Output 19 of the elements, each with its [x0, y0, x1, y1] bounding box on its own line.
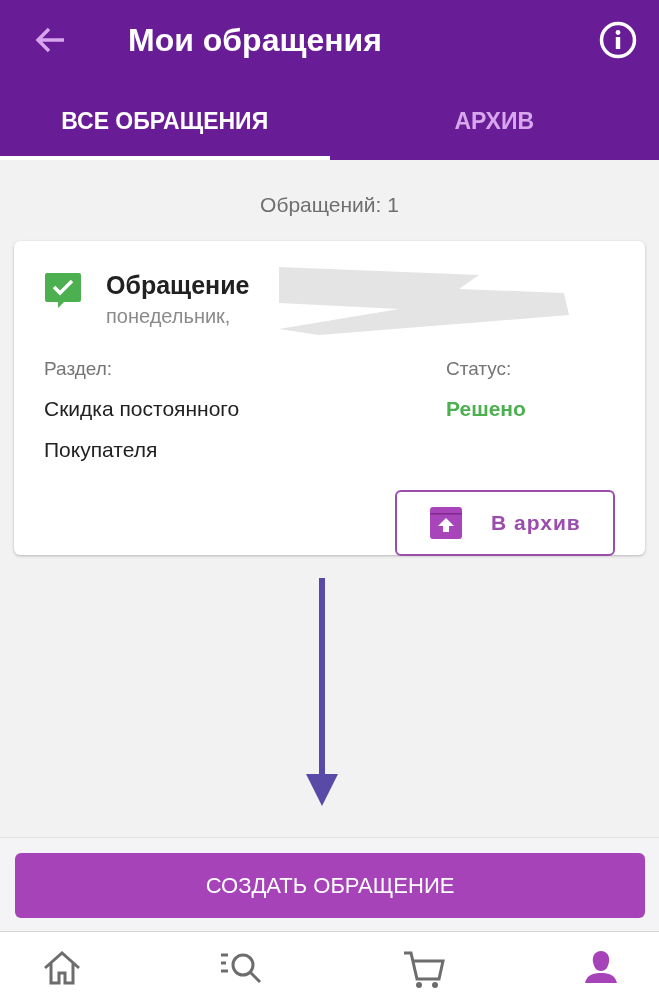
ticket-count: Обращений: 1	[259, 192, 400, 218]
section-value: Скидка постоянного Покупателя	[44, 396, 241, 463]
cart-icon[interactable]	[402, 950, 445, 990]
ticket-card[interactable]: Обращение понедельник, Раздел: Скидка постоянного Покупателя Статус: Решено В архив	[14, 241, 645, 555]
screen-title: Мои обращения	[128, 21, 383, 59]
status-value: Решено	[446, 396, 526, 422]
ticket-date: понедельник,	[106, 305, 232, 328]
archive-button[interactable]: В архив	[395, 490, 615, 556]
archive-box-icon	[429, 506, 463, 540]
profile-icon[interactable]	[583, 950, 619, 984]
tab[interactable]: ВСЕ ОБРАЩЕНИЯ	[0, 80, 330, 160]
create-ticket-button[interactable]: СОЗДАТЬ ОБРАЩЕНИЕ	[15, 853, 645, 918]
ticket-title: Обращение	[106, 271, 250, 300]
info-icon[interactable]	[599, 21, 637, 59]
back-arrow-icon[interactable]	[34, 26, 66, 54]
field-label: Раздел:	[44, 358, 114, 380]
tab[interactable]: АРХИВ	[329, 80, 659, 160]
field-label: Статус:	[446, 358, 513, 380]
home-icon[interactable]	[42, 950, 82, 986]
